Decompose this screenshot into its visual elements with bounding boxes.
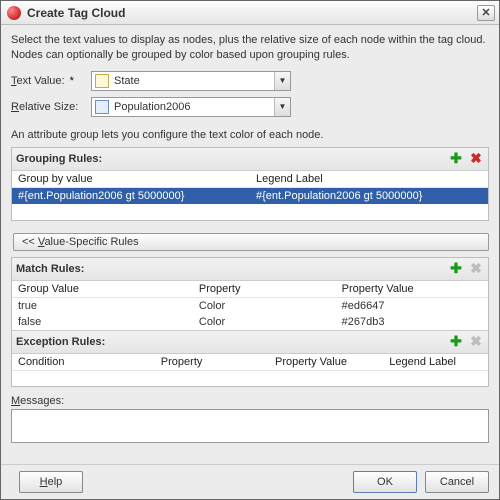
- cell-pv: #ed6647: [336, 297, 488, 314]
- text-field-icon: [95, 74, 109, 88]
- close-button[interactable]: ✕: [477, 5, 495, 21]
- exception-delete-button[interactable]: ✖: [468, 334, 484, 350]
- grouping-table: Group by value Legend Label #{ent.Popula…: [12, 171, 488, 220]
- intro-text: Select the text values to display as nod…: [11, 33, 489, 63]
- match-table: Group Value Property Property Value true…: [12, 281, 488, 330]
- col-property-value: Property Value: [336, 281, 488, 298]
- dialog: Create Tag Cloud ✕ Select the text value…: [0, 0, 500, 500]
- cell-prop: Color: [193, 297, 336, 314]
- grouping-title: Grouping Rules:: [16, 153, 444, 165]
- cell-prop: Color: [193, 314, 336, 330]
- titlebar: Create Tag Cloud ✕: [1, 1, 499, 25]
- relative-size-label: Relative Size:: [11, 101, 91, 113]
- table-header-row: Group by value Legend Label: [12, 171, 488, 188]
- messages-box[interactable]: [11, 409, 489, 443]
- col-legend: Legend Label: [250, 171, 488, 188]
- table-header-row: Group Value Property Property Value: [12, 281, 488, 298]
- table-row[interactable]: false Color #267db3: [12, 314, 488, 330]
- col-property-value: Property Value: [269, 354, 383, 371]
- match-add-button[interactable]: ✚: [448, 261, 464, 277]
- exception-header: Exception Rules: ✚ ✖: [12, 330, 488, 354]
- text-value-row: Text Value: * State ▼: [11, 71, 489, 91]
- cell-group-by: #{ent.Population2006 gt 5000000}: [12, 187, 250, 204]
- match-panel: Match Rules: ✚ ✖ Group Value Property Pr…: [11, 257, 489, 388]
- table-row[interactable]: #{ent.Population2006 gt 5000000} #{ent.P…: [12, 187, 488, 204]
- match-header: Match Rules: ✚ ✖: [12, 258, 488, 281]
- relative-size-combo[interactable]: Population2006 ▼: [91, 97, 291, 117]
- exception-table: Condition Property Property Value Legend…: [12, 354, 488, 387]
- cancel-button[interactable]: Cancel: [425, 471, 489, 493]
- exception-title: Exception Rules:: [16, 336, 444, 348]
- col-property: Property: [155, 354, 269, 371]
- text-value: State: [112, 75, 274, 87]
- relative-size-row: Relative Size: Population2006 ▼: [11, 97, 489, 117]
- match-title: Match Rules:: [16, 263, 444, 275]
- grouping-header: Grouping Rules: ✚ ✖: [12, 148, 488, 171]
- grouping-delete-button[interactable]: ✖: [468, 151, 484, 167]
- relative-size-value: Population2006: [112, 101, 274, 113]
- col-group-value: Group Value: [12, 281, 193, 298]
- button-bar: Help OK Cancel: [1, 464, 499, 499]
- col-condition: Condition: [12, 354, 155, 371]
- chevron-down-icon[interactable]: ▼: [274, 98, 290, 116]
- col-group-by: Group by value: [12, 171, 250, 188]
- cell-gv: true: [12, 297, 193, 314]
- text-value-combo[interactable]: State ▼: [91, 71, 291, 91]
- content-area: Select the text values to display as nod…: [1, 25, 499, 464]
- cell-gv: false: [12, 314, 193, 330]
- table-header-row: Condition Property Property Value Legend…: [12, 354, 488, 371]
- help-button[interactable]: Help: [19, 471, 83, 493]
- messages-label: Messages:: [11, 395, 489, 407]
- table-row[interactable]: true Color #ed6647: [12, 297, 488, 314]
- ok-button[interactable]: OK: [353, 471, 417, 493]
- cell-legend: #{ent.Population2006 gt 5000000}: [250, 187, 488, 204]
- number-field-icon: [95, 100, 109, 114]
- exception-add-button[interactable]: ✚: [448, 334, 464, 350]
- cell-pv: #267db3: [336, 314, 488, 330]
- grouping-add-button[interactable]: ✚: [448, 151, 464, 167]
- empty-space: [12, 204, 488, 220]
- window-title: Create Tag Cloud: [27, 6, 477, 20]
- chevron-down-icon[interactable]: ▼: [274, 72, 290, 90]
- grouping-panel: Grouping Rules: ✚ ✖ Group by value Legen…: [11, 147, 489, 221]
- col-property: Property: [193, 281, 336, 298]
- empty-space: [12, 370, 488, 386]
- value-specific-rules-button[interactable]: << Value-Specific Rules: [13, 233, 489, 251]
- col-legend: Legend Label: [383, 354, 488, 371]
- match-delete-button[interactable]: ✖: [468, 261, 484, 277]
- text-value-label: Text Value: *: [11, 75, 91, 87]
- attribute-note: An attribute group lets you configure th…: [11, 129, 489, 141]
- app-icon: [7, 6, 21, 20]
